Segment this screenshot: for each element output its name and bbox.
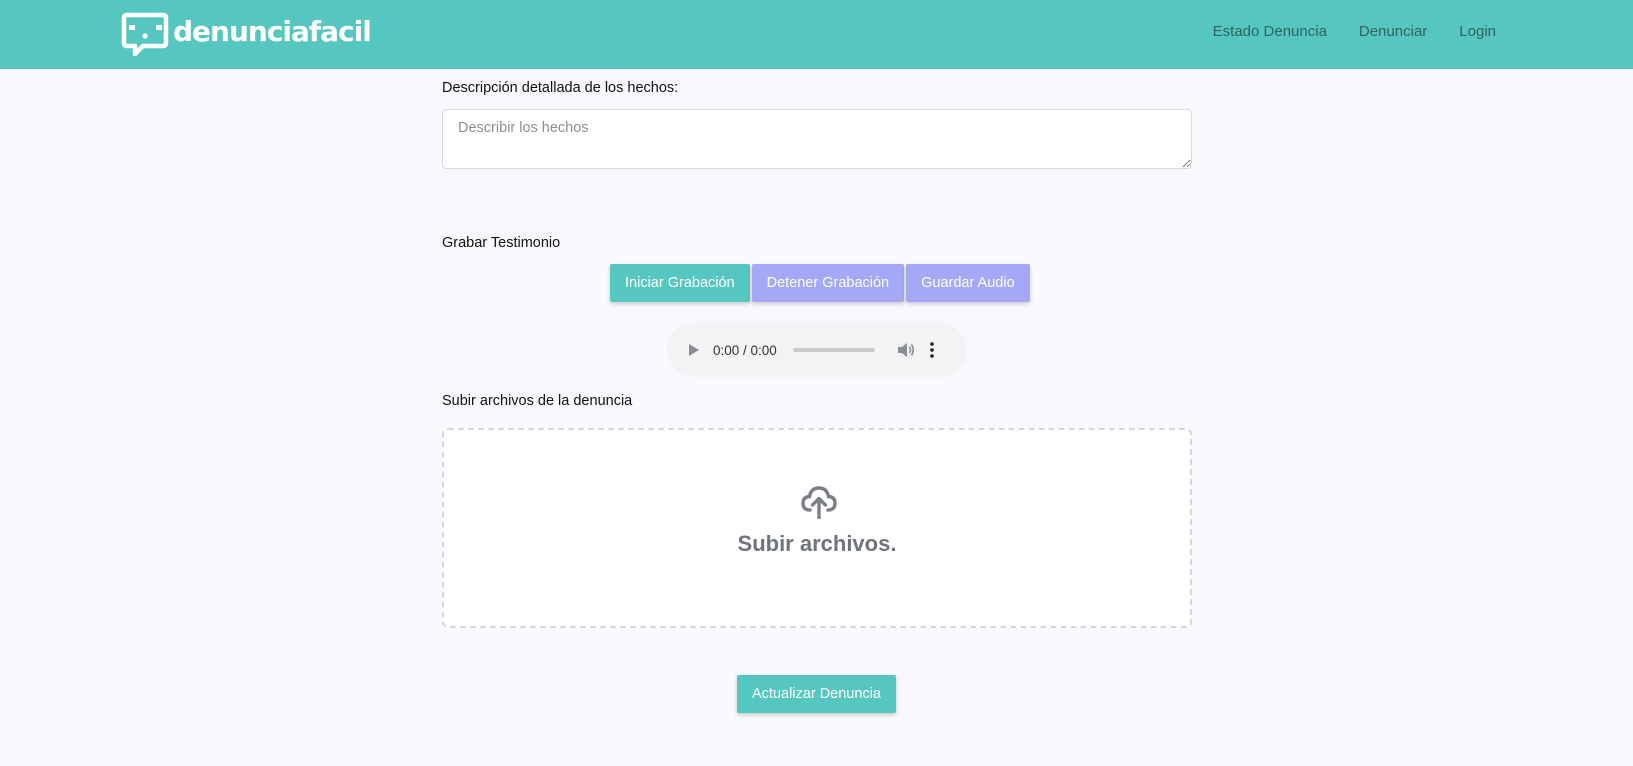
- more-options-icon[interactable]: [929, 342, 935, 358]
- start-recording-button[interactable]: Iniciar Grabación: [610, 264, 750, 302]
- nav-denunciar[interactable]: Denunciar: [1359, 23, 1427, 40]
- play-icon[interactable]: [687, 343, 701, 357]
- file-dropzone[interactable]: Subir archivos.: [442, 428, 1192, 628]
- upload-label: Subir archivos de la denuncia: [442, 393, 633, 409]
- dropzone-text: Subir archivos.: [737, 531, 897, 556]
- update-denuncia-button[interactable]: Actualizar Denuncia: [737, 675, 896, 713]
- recording-controls: Iniciar Grabación Detener Grabación Guar…: [610, 264, 1030, 302]
- description-label: Descripción detallada de los hechos:: [442, 80, 679, 96]
- nav-estado-denuncia[interactable]: Estado Denuncia: [1213, 23, 1327, 40]
- chat-face-icon: [121, 12, 169, 57]
- brand-name: denunciafacil: [173, 15, 372, 48]
- navbar: denunciafacil Estado Denuncia Denunciar …: [0, 0, 1633, 69]
- nav-links: Estado Denuncia Denunciar Login: [1213, 23, 1496, 40]
- cloud-upload-icon: [801, 486, 837, 519]
- description-textarea[interactable]: [442, 109, 1192, 169]
- volume-icon[interactable]: [897, 342, 915, 358]
- audio-time: 0:00 / 0:00: [713, 342, 777, 358]
- recording-label: Grabar Testimonio: [442, 235, 561, 251]
- save-audio-button[interactable]: Guardar Audio: [906, 264, 1030, 302]
- nav-login[interactable]: Login: [1459, 23, 1496, 40]
- audio-player: 0:00 / 0:00: [667, 323, 967, 377]
- stop-recording-button[interactable]: Detener Grabación: [751, 264, 905, 302]
- audio-seek-bar[interactable]: [792, 348, 875, 352]
- brand-logo[interactable]: denunciafacil: [121, 11, 372, 58]
